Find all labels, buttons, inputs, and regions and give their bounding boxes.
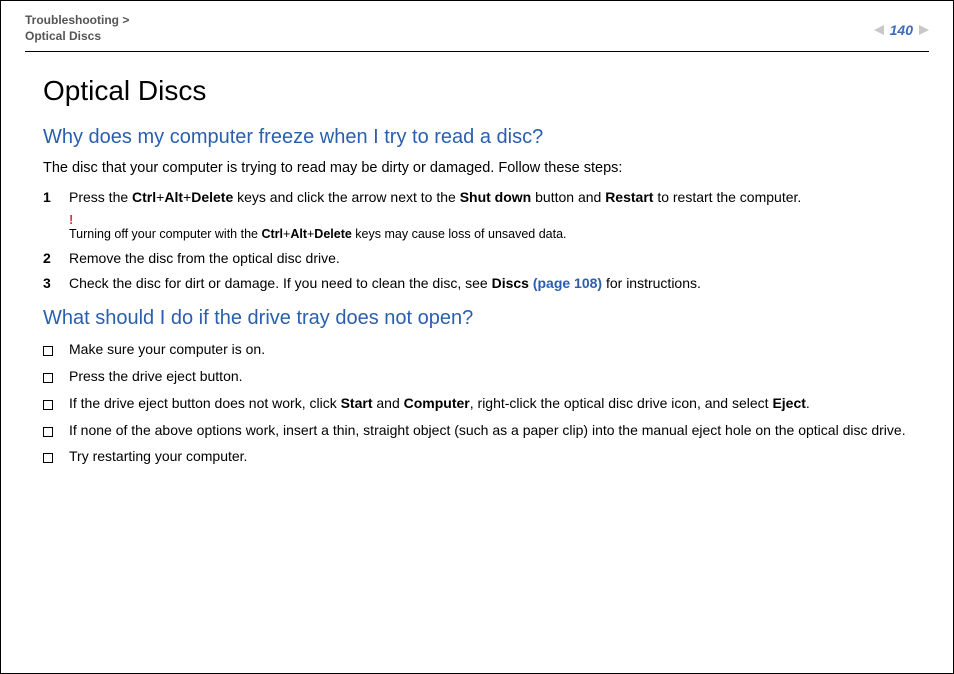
prev-page-arrow-icon[interactable] xyxy=(874,25,884,35)
bullet-icon xyxy=(43,394,69,411)
list-item: Make sure your computer is on. xyxy=(43,340,921,359)
header-divider xyxy=(25,51,929,52)
step-number: 1 xyxy=(43,188,69,207)
next-page-arrow-icon[interactable] xyxy=(919,25,929,35)
page-number: 140 xyxy=(890,21,913,40)
bullet-icon xyxy=(43,340,69,357)
list-item: If the drive eject button does not work,… xyxy=(43,394,921,413)
step-2: 2 Remove the disc from the optical disc … xyxy=(43,249,921,268)
breadcrumb: Troubleshooting > Optical Discs xyxy=(25,11,129,44)
warning-note: ! Turning off your computer with the Ctr… xyxy=(69,213,921,243)
breadcrumb-parent: Troubleshooting > xyxy=(25,13,129,29)
warning-icon: ! xyxy=(69,213,921,226)
page-content: Optical Discs Why does my computer freez… xyxy=(25,72,929,466)
section1-heading: Why does my computer freeze when I try t… xyxy=(43,124,921,151)
section2-heading: What should I do if the drive tray does … xyxy=(43,305,921,332)
bullet-text: Make sure your computer is on. xyxy=(69,340,265,359)
step-text: Remove the disc from the optical disc dr… xyxy=(69,249,921,268)
document-page: Troubleshooting > Optical Discs 140 Opti… xyxy=(0,0,954,674)
warning-text: Turning off your computer with the Ctrl+… xyxy=(69,226,921,243)
bullet-icon xyxy=(43,447,69,464)
section1-steps: 1 Press the Ctrl+Alt+Delete keys and cli… xyxy=(43,188,921,293)
list-item: Press the drive eject button. xyxy=(43,367,921,386)
page-title: Optical Discs xyxy=(43,72,921,110)
step-text: Press the Ctrl+Alt+Delete keys and click… xyxy=(69,188,921,207)
bullet-icon xyxy=(43,367,69,384)
page-link-108[interactable]: (page 108) xyxy=(533,275,602,291)
bullet-text: If none of the above options work, inser… xyxy=(69,421,906,440)
section1-intro: The disc that your computer is trying to… xyxy=(43,159,921,179)
bullet-icon xyxy=(43,421,69,438)
page-header: Troubleshooting > Optical Discs 140 xyxy=(25,11,929,51)
step-1: 1 Press the Ctrl+Alt+Delete keys and cli… xyxy=(43,188,921,207)
step-number: 2 xyxy=(43,249,69,268)
step-text: Check the disc for dirt or damage. If yo… xyxy=(69,274,921,293)
list-item: Try restarting your computer. xyxy=(43,447,921,466)
page-nav: 140 xyxy=(874,11,929,40)
list-item: If none of the above options work, inser… xyxy=(43,421,921,440)
bullet-text: Try restarting your computer. xyxy=(69,447,247,466)
step-3: 3 Check the disc for dirt or damage. If … xyxy=(43,274,921,293)
bullet-text: Press the drive eject button. xyxy=(69,367,243,386)
section2-bullets: Make sure your computer is on. Press the… xyxy=(43,340,921,466)
step-number: 3 xyxy=(43,274,69,293)
breadcrumb-current: Optical Discs xyxy=(25,29,129,45)
bullet-text: If the drive eject button does not work,… xyxy=(69,394,810,413)
